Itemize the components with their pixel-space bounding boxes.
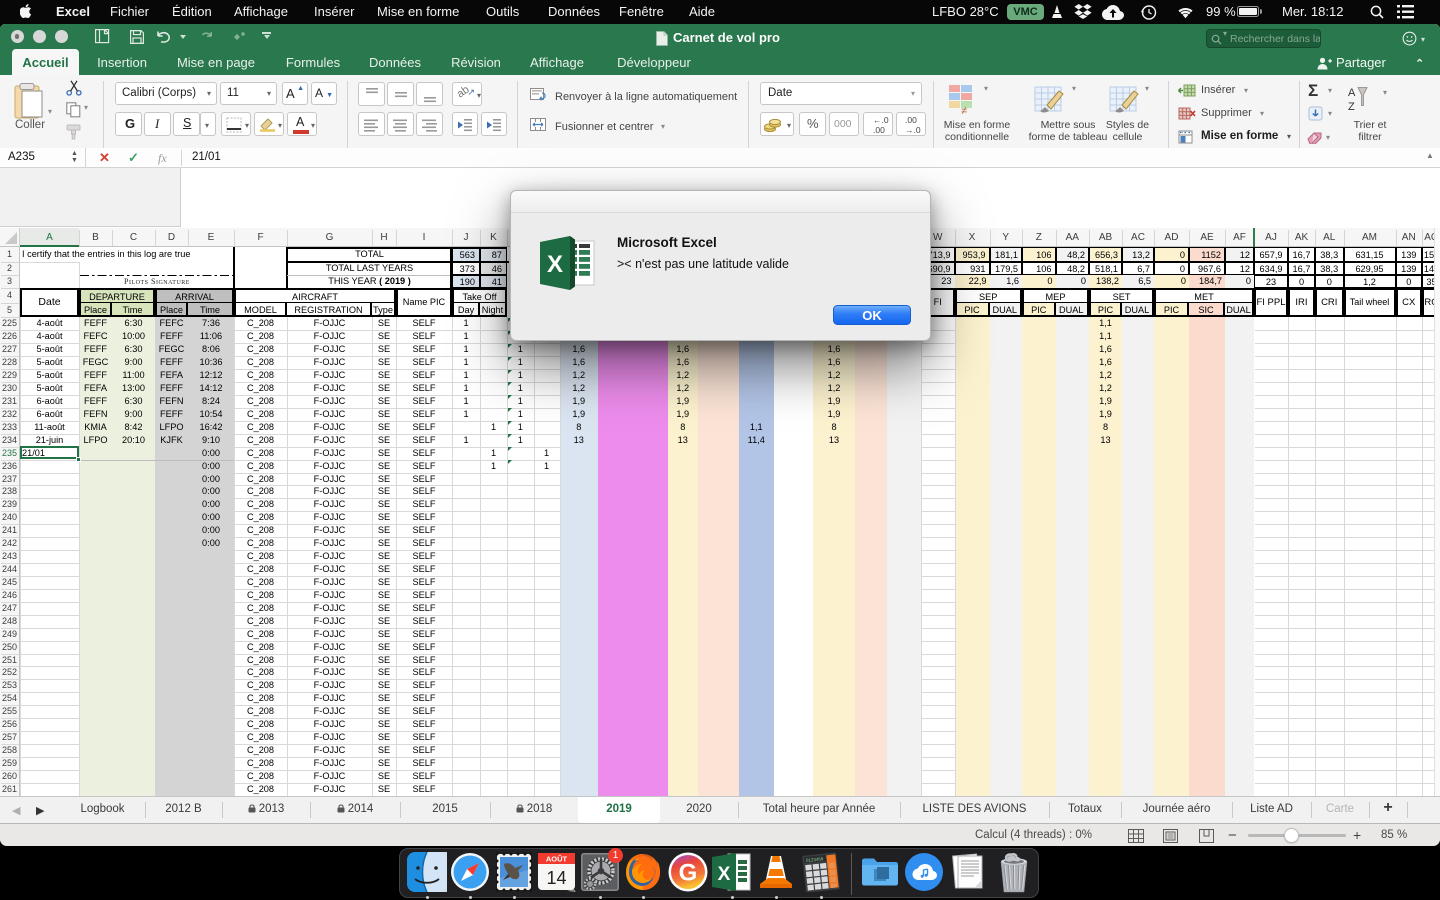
svg-text:X: X	[718, 864, 731, 885]
svg-text:Z: Z	[1348, 101, 1355, 113]
svg-text:AOÛT: AOÛT	[546, 855, 568, 864]
svg-text:14: 14	[546, 868, 566, 888]
svg-text:A: A	[1348, 87, 1356, 99]
svg-text:≠: ≠	[961, 105, 967, 115]
svg-text:X: X	[547, 251, 563, 278]
svg-text:G: G	[679, 860, 698, 887]
